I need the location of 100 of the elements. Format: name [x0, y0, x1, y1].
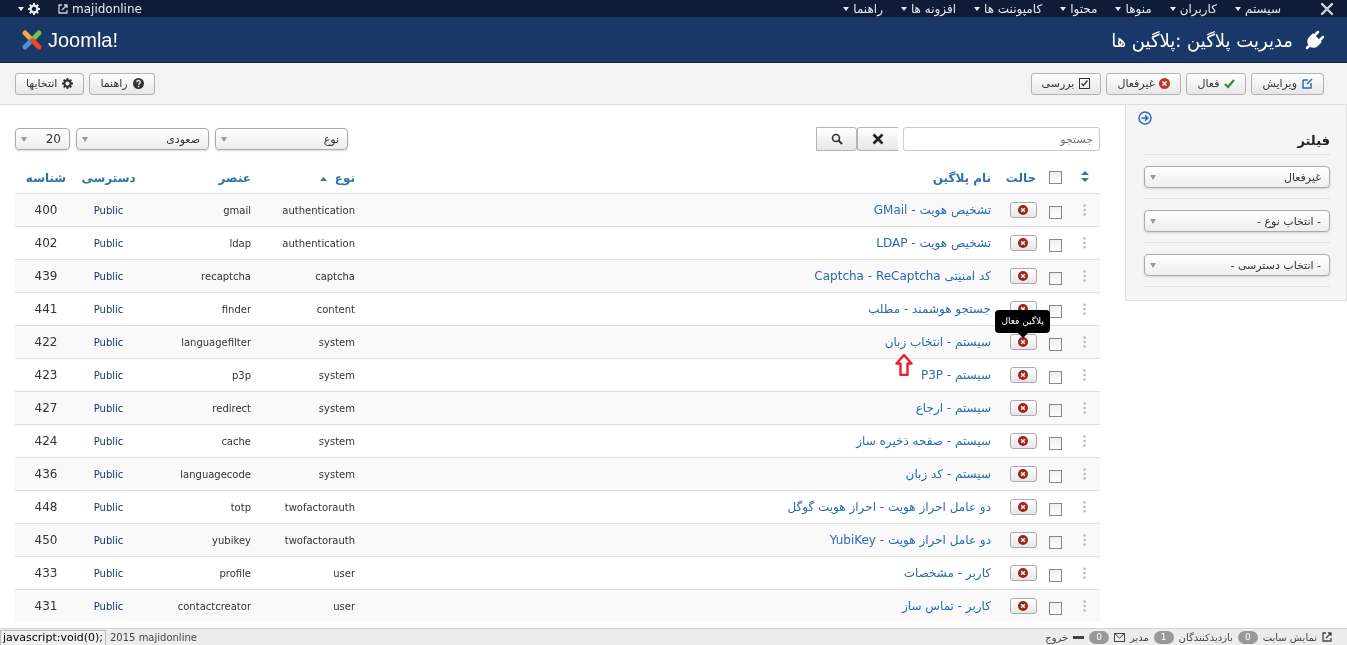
row-checkbox[interactable] [1048, 601, 1062, 615]
joomla-logo-icon[interactable] [1319, 0, 1335, 17]
column-header[interactable]: شناسه [25, 171, 67, 185]
drag-handle-icon[interactable] [1083, 468, 1086, 480]
drag-handle-icon[interactable] [1083, 303, 1086, 315]
drag-handle-icon[interactable] [1083, 270, 1086, 282]
table-cell: 433 [34, 566, 58, 580]
drag-handle-icon[interactable] [1083, 435, 1086, 447]
drag-handle-icon[interactable] [1083, 369, 1086, 381]
sort-icon[interactable] [1080, 171, 1089, 182]
drag-handle-icon[interactable] [1083, 600, 1086, 612]
status-toggle-button[interactable] [1009, 433, 1037, 449]
search-field[interactable]: جستجو [903, 127, 1100, 151]
drag-handle-icon[interactable] [1083, 567, 1086, 579]
visitors-label: بازدیدکنندگان [1178, 631, 1233, 643]
column-header[interactable]: دسترسی [81, 171, 136, 185]
toolbar-button[interactable]: راهنما [89, 72, 155, 95]
plugin-name-link[interactable]: سیستم - صفحه ذخیره ساز [856, 434, 991, 448]
drag-handle-icon[interactable] [1083, 237, 1086, 249]
plugin-name-link[interactable]: کد امنیتی Captcha - ReCaptcha [814, 269, 991, 283]
envelope-icon[interactable] [1113, 632, 1125, 642]
status-toggle-button[interactable] [1009, 499, 1037, 515]
limit-dropdown[interactable]: 20 [15, 128, 70, 150]
plugin-name-link[interactable]: سیستم - P3P [920, 368, 991, 382]
status-toggle-button[interactable] [1009, 466, 1037, 482]
status-toggle-button[interactable] [1009, 532, 1037, 548]
menu-item[interactable]: افزونه ها [900, 1, 956, 16]
row-checkbox[interactable] [1048, 469, 1062, 483]
plugin-name-link[interactable]: سیستم - کد زبان [905, 467, 991, 481]
drag-handle-icon[interactable] [1083, 402, 1086, 414]
row-checkbox[interactable] [1048, 337, 1062, 351]
clear-button[interactable] [857, 127, 898, 151]
row-checkbox[interactable] [1048, 436, 1062, 450]
sort-dropdown[interactable]: نوع [215, 128, 348, 150]
view-site-link[interactable]: نمایش سایت [1262, 631, 1317, 643]
toolbar-button[interactable]: ویرایش [1251, 72, 1324, 95]
table-cell: Public [93, 402, 124, 414]
drag-handle-icon[interactable] [1083, 534, 1086, 546]
menu-item[interactable]: کاربران [1169, 1, 1217, 16]
column-header[interactable]: نام پلاگین [932, 171, 991, 185]
table-cell: 424 [34, 434, 58, 448]
plugin-name-link[interactable]: دو عامل احراز هویت - YubiKey [829, 533, 991, 547]
select-all-checkbox[interactable] [1048, 171, 1062, 184]
status-toggle-button[interactable] [1009, 334, 1037, 350]
up-arrow-icon [895, 354, 913, 376]
drag-handle-icon[interactable] [1083, 501, 1086, 513]
table-cell: Public [93, 567, 124, 579]
toolbar-button[interactable]: بررسی [1030, 72, 1102, 95]
status-toggle-button[interactable] [1009, 268, 1037, 284]
checkmark-icon [1224, 78, 1236, 89]
column-header[interactable]: نوع [319, 171, 355, 185]
order-dropdown[interactable]: صعودی [76, 128, 209, 150]
status-toggle-button[interactable] [1009, 202, 1037, 218]
plugin-name-link[interactable]: کاربر - مشخصات [903, 566, 991, 580]
row-checkbox[interactable] [1048, 535, 1062, 549]
plugin-name-link[interactable]: جستجو هوشمند - مطلب [868, 302, 991, 316]
row-checkbox[interactable] [1048, 403, 1062, 417]
status-toggle-button[interactable] [1009, 565, 1037, 581]
status-toggle-button[interactable] [1009, 367, 1037, 383]
filter-dropdown[interactable]: - انتخاب نوع - [1144, 210, 1330, 232]
plugin-name-link[interactable]: سیستم - ارجاع [915, 401, 991, 415]
plugin-name-link[interactable]: تشخیص هویت - GMail [873, 203, 991, 217]
toolbar-button[interactable]: فعال [1186, 72, 1247, 95]
row-checkbox[interactable] [1048, 568, 1062, 582]
drag-handle-icon[interactable] [1083, 336, 1086, 348]
row-checkbox[interactable] [1048, 502, 1062, 516]
menu-item[interactable]: کامپوننت ها [974, 1, 1043, 16]
menu-item[interactable]: سیستم [1235, 1, 1281, 16]
row-checkbox[interactable] [1048, 238, 1062, 252]
drag-handle-icon[interactable] [1083, 204, 1086, 216]
row-checkbox[interactable] [1048, 271, 1062, 285]
row-checkbox[interactable] [1048, 205, 1062, 219]
plugin-name-link[interactable]: سیستم - انتخاب زبان [884, 335, 991, 349]
site-link[interactable]: majidonline [58, 1, 142, 16]
external-link-icon[interactable] [1322, 632, 1332, 642]
row-checkbox[interactable] [1048, 304, 1062, 318]
gear-icon [62, 78, 74, 89]
status-toggle-button[interactable] [1009, 235, 1037, 251]
search-button[interactable] [816, 127, 857, 151]
plugin-name-link[interactable]: کاربر - تماس ساز [902, 599, 991, 613]
table-cell: 402 [34, 236, 58, 250]
status-toggle-button[interactable] [1009, 400, 1037, 416]
toolbar-button[interactable]: انتخابها [15, 72, 85, 95]
filter-dropdown[interactable]: - انتخاب دسترسی - [1144, 254, 1330, 276]
menu-item[interactable]: منوها [1115, 1, 1152, 16]
table-cell: system [318, 435, 355, 447]
menu-item[interactable]: راهنما [843, 1, 883, 16]
settings-icon[interactable] [28, 2, 40, 15]
plugin-name-link[interactable]: تشخیص هویت - LDAP [876, 236, 991, 250]
menu-item[interactable]: محتوا [1060, 1, 1098, 16]
arrow-circle-icon[interactable] [1138, 111, 1152, 125]
filter-dropdown[interactable]: غیرفعال [1144, 166, 1330, 188]
toolbar-button[interactable]: غیرفعال [1106, 72, 1182, 95]
column-header[interactable]: عنصر [218, 171, 251, 185]
browser-status-text: javascript:void(0); [0, 630, 106, 645]
column-header[interactable]: حالت [1005, 171, 1037, 185]
logout-link[interactable]: خروج [1045, 631, 1069, 643]
row-checkbox[interactable] [1048, 370, 1062, 384]
plugin-name-link[interactable]: دو عامل احراز هویت - احراز هویت گوگل [787, 500, 991, 514]
status-toggle-button[interactable] [1009, 598, 1037, 614]
